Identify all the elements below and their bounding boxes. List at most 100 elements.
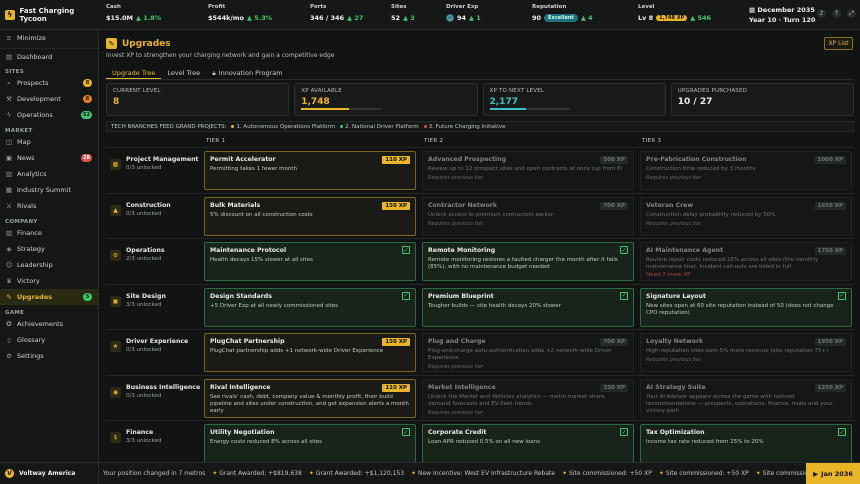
xp-list-button[interactable]: XP List xyxy=(824,37,853,50)
next-turn-button[interactable]: ▶ Jan 2036 xyxy=(806,463,860,484)
sidebar-item-strategy[interactable]: ◈ Strategy xyxy=(0,241,98,257)
upgrade-node[interactable]: Permit Accelerator Permitting takes 1 few… xyxy=(204,151,416,190)
row-name: Finance xyxy=(126,429,154,436)
upgrade-title: Plug and Charge xyxy=(428,338,486,345)
chart-icon: ▥ xyxy=(5,170,13,178)
sidebar-item-summit[interactable]: ▦ Industry Summit xyxy=(0,182,98,198)
upgrade-node[interactable]: Veteran Crew Construction delay probabili… xyxy=(640,196,852,236)
upgrade-node[interactable]: Design Standards +5 Driver Exp at all new… xyxy=(204,287,416,327)
level-label: Level xyxy=(638,4,655,10)
sidebar-item-finance[interactable]: ▥ Finance xyxy=(0,225,98,241)
ticker-text: New Incentive: West EV Infrastructure Re… xyxy=(417,470,556,477)
card-value: 2,177 xyxy=(489,97,518,107)
sidebar-item-upgrades[interactable]: ✎ Upgrades 5 xyxy=(0,289,98,305)
footer-bar: V Voltway America Your position changed i… xyxy=(0,462,860,484)
ports-stat[interactable]: Ports 346 / 346 ▲ 27 xyxy=(310,4,363,22)
row-status: 0/3 unlocked xyxy=(126,210,162,217)
cost-badge: 330 XP xyxy=(600,383,628,392)
upgrade-desc: Routine repair costs reduced 25% across … xyxy=(646,257,819,270)
upgrade-desc: Remote monitoring restores a faulted cha… xyxy=(428,257,618,270)
upgrade-node[interactable]: Corporate Credit Loan APR reduced 0.5% on… xyxy=(422,424,634,462)
fullscreen-icon[interactable]: ⤢ xyxy=(847,9,856,18)
row-label: ▦ Project Management 0/3 unlocked xyxy=(110,156,198,171)
row-status: 0/3 unlocked xyxy=(126,165,162,171)
sidebar-item-glossary[interactable]: ▯ Glossary xyxy=(0,332,98,348)
row-status: 3/3 unlocked xyxy=(126,438,162,444)
bolt-icon: ϟ xyxy=(5,9,15,20)
company-badge: V Voltway America xyxy=(0,463,99,484)
operations-badge: 52 xyxy=(81,111,92,119)
bell-icon[interactable]: ♪ xyxy=(817,9,826,18)
sidebar-item-label: Industry Summit xyxy=(17,186,72,194)
cash-stat[interactable]: Cash $15.0M ▲ 1.8% xyxy=(106,4,161,22)
driver-exp-stat[interactable]: Driver Exp ☺ 94 ▲ 1 xyxy=(446,4,481,22)
sites-value: 52 xyxy=(391,14,401,22)
ticker-text: Your position changed in 7 metros xyxy=(103,470,206,477)
sidebar-item-settings[interactable]: ⚙ Settings xyxy=(0,348,98,364)
reputation-label: Reputation xyxy=(532,4,567,10)
ports-label: Ports xyxy=(310,4,327,10)
tab-upgrade-tree[interactable]: Upgrade Tree xyxy=(106,67,162,79)
upgrade-node[interactable]: Premium Blueprint Tougher builds — site h… xyxy=(422,287,634,327)
upgrade-desc: New sites open at 60 site reputation ins… xyxy=(646,302,834,316)
sidebar-item-achievements[interactable]: ✪ Achievements xyxy=(0,316,98,332)
upgrade-node[interactable]: Utility Negotiation Energy costs reduced … xyxy=(204,424,416,462)
requirement-note: Requires previous tier xyxy=(428,175,484,181)
level-stat[interactable]: Level Lv 8 1,748 XP ▲ 546 xyxy=(638,4,711,22)
upgrade-node[interactable]: Maintenance Protocol Health decays 15% sl… xyxy=(204,242,416,281)
tab-level-tree[interactable]: Level Tree xyxy=(161,67,206,79)
sidebar-item-news[interactable]: ▣ News 28 xyxy=(0,150,98,166)
sidebar-item-operations[interactable]: ϟ Operations 52 xyxy=(0,107,98,123)
upgrade-node[interactable]: Tax Optimization Income tax rate reduced … xyxy=(640,424,852,462)
card-value: 8 xyxy=(113,97,120,107)
company-name: Voltway America xyxy=(19,470,76,477)
upgrade-node[interactable]: Plug and Charge Plug-and-charge auto-auth… xyxy=(422,333,634,372)
upgrade-node[interactable]: Pre-Fabrication Construction Construction… xyxy=(640,151,852,190)
upgrades-badge: 5 xyxy=(83,293,92,301)
cost-badge: 700 XP xyxy=(600,338,628,346)
upgrade-title: Design Standards xyxy=(210,292,272,300)
wrench-icon: ✎ xyxy=(106,38,117,49)
upgrade-title: Contractor Network xyxy=(428,201,497,209)
upgrade-node[interactable]: Rival Intelligence See rivals' cash, debt… xyxy=(204,378,416,418)
sidebar-item-victory[interactable]: ♛ Victory xyxy=(0,273,98,289)
upgrade-node[interactable]: PlugChat Partnership PlugChat partnership… xyxy=(204,333,416,372)
sidebar-item-leadership[interactable]: ☺ Leadership xyxy=(0,257,98,273)
upgrade-node[interactable]: Loyalty Network High-reputation sites ear… xyxy=(640,333,852,372)
ticker-item: ✦ Site commissioned: +50 XP xyxy=(756,470,806,477)
sidebar-minimize[interactable]: ≡ Minimize xyxy=(0,30,98,46)
sidebar-item-development[interactable]: ⚒ Development 6 xyxy=(0,91,98,107)
upgrade-node[interactable]: Market Intelligence Unlock the Market and… xyxy=(422,378,634,418)
upgrade-node[interactable]: Advanced Prospecting Review up to 12 pros… xyxy=(422,151,634,190)
requirement-note: Requires previous tier xyxy=(428,409,484,416)
tab-divider xyxy=(106,79,854,80)
gear-icon: ⚙ xyxy=(6,352,12,360)
sidebar-item-dashboard[interactable]: ▤ Dashboard xyxy=(0,48,98,64)
sidebar-item-map[interactable]: ◫ Map xyxy=(0,134,98,150)
upgrade-node[interactable]: AI Maintenance Agent Routine repair costs… xyxy=(640,242,852,281)
sites-stat[interactable]: Sites 52 ▲ 3 xyxy=(391,4,415,22)
cost-badge: 110 XP xyxy=(382,156,410,164)
upgrade-node[interactable]: Contractor Network Unlock access to premi… xyxy=(422,196,634,236)
help-icon[interactable]: ? xyxy=(832,9,841,18)
sidebar: ≡ Minimize ▤ Dashboard SITES ⌕ Prospects 8 ⚒… xyxy=(0,30,99,462)
profit-stat[interactable]: Profit $544k/mo ▲ 5.3% xyxy=(208,4,272,22)
upgrade-node[interactable]: Bulk Materials 5% discount on all constru… xyxy=(204,196,416,236)
tab-innovation-program[interactable]: 🔒︎ Innovation Program xyxy=(206,67,288,79)
reputation-stat[interactable]: Reputation 90 Excellent ▲ 4 xyxy=(532,4,593,22)
upgrade-node[interactable]: AI Strategy Suite Your AI Advisor appears… xyxy=(640,378,852,418)
upgrade-row: ▲ Construction 0/3 unlocked Bulk Materials 5… xyxy=(106,192,854,239)
row-label: ◉ Business Intelligence 0/3 unlocked xyxy=(110,384,200,399)
upgrade-node[interactable]: Signature Layout New sites open at 60 sit… xyxy=(640,287,852,327)
upgrade-node[interactable]: Remote Monitoring Remote monitoring resto… xyxy=(422,242,634,281)
card-label: XP TO NEXT LEVEL xyxy=(489,88,545,94)
sidebar-item-analytics[interactable]: ▥ Analytics xyxy=(0,166,98,182)
cost-badge: 1750 XP xyxy=(814,247,846,255)
sidebar-item-prospects[interactable]: ⌕ Prospects 8 xyxy=(0,75,98,91)
upgrade-grid: TIER 1 TIER 2 TIER 3 ▦ Project Management… xyxy=(106,138,854,462)
check-icon: ✓ xyxy=(402,246,410,254)
date-sub: Year 10 · Turn 120 xyxy=(749,16,816,24)
ticker-text: Site commissioned: +50 XP xyxy=(569,470,652,477)
sidebar-item-rivals[interactable]: ⚔ Rivals xyxy=(0,198,98,214)
bolt-icon: ϟ xyxy=(6,111,12,119)
